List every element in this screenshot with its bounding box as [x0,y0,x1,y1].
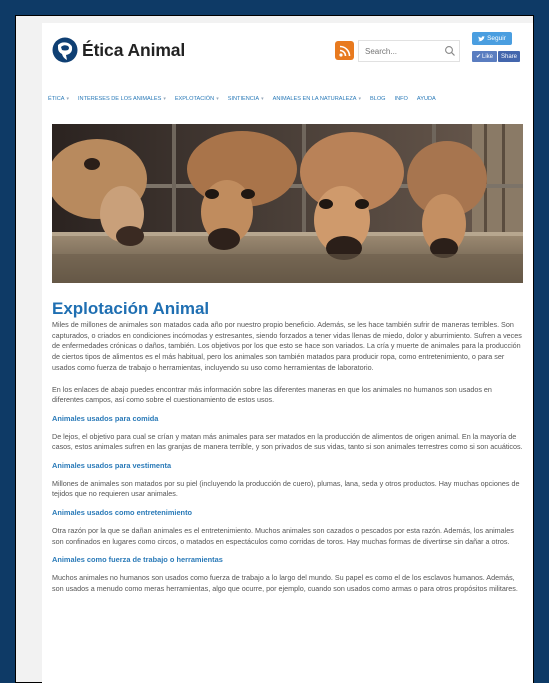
chevron-down-icon: ▾ [216,96,219,102]
article-sections: Animales usados para comida De lejos, el … [52,414,525,594]
nav-item-label: Blog [369,96,386,102]
twitter-follow-button[interactable]: Seguir [472,32,512,45]
nav-item-label: Explotación [174,96,215,102]
nav-item-1[interactable]: Intereses de los animales ▾ [78,96,166,102]
article-body: Miles de millones de animales son matado… [52,320,525,602]
nav-item-label: Ética [48,96,65,102]
nav-item-label: Sintiencia [227,96,260,102]
nav-item-7[interactable]: Ayuda [417,96,436,102]
site-logo[interactable]: Ética Animal [52,37,185,63]
facebook-like-label: Like [482,53,494,60]
section-paragraph: Millones de animales son matados por su … [52,478,520,499]
hero-image-cows [52,124,523,283]
intro-paragraph-2: En los enlaces de abajo puedes encontrar… [52,384,492,405]
rss-icon [338,45,350,57]
rss-button[interactable] [335,41,354,60]
logo-text: Ética Animal [82,39,186,60]
section-link-heading[interactable]: Animales usados para vestimenta [52,461,525,472]
section-paragraph: Muchos animales no humanos son usados co… [52,572,518,593]
facebook-share-button[interactable]: Share [498,51,520,62]
logo-icon [52,37,78,63]
section-paragraph: De lejos, el objetivo para cual se crían… [52,431,523,452]
nav-item-label: Intereses de los animales [78,96,162,102]
section-link-heading[interactable]: Animales como fuerza de trabajo o herram… [52,555,525,566]
chevron-down-icon: ▾ [163,96,166,102]
nav-item-3[interactable]: Sintiencia ▾ [228,96,264,102]
page-card: Ética Animal Seguir ✔ Like Share [42,23,533,683]
facebook-like-button[interactable]: ✔ Like [472,51,497,62]
nav-item-2[interactable]: Explotación ▾ [175,96,219,102]
nav-item-0[interactable]: Ética ▾ [48,96,69,102]
page-title: Explotación Animal [52,299,210,318]
section-paragraph: Otra razón por la que se dañan animales … [52,525,514,546]
section-link-heading[interactable]: Animales usados como entretenimiento [52,508,525,519]
chevron-down-icon: ▾ [358,96,361,102]
twitter-follow-label: Seguir [487,35,506,42]
chevron-down-icon: ▾ [261,96,264,102]
nav-item-label: Animales en la naturaleza [272,96,357,102]
main-nav: Ética ▾ Intereses de los animales ▾ Explotac… [48,96,528,102]
thumbs-up-icon: ✔ [475,54,481,60]
facebook-share-label: Share [500,53,517,60]
page-frame: Ética Animal Seguir ✔ Like Share [15,15,534,683]
nav-item-6[interactable]: Info [395,96,408,102]
intro-paragraph-1: Miles de millones de animales son matado… [52,320,522,372]
section-link-heading[interactable]: Animales usados para comida [52,414,525,425]
nav-item-5[interactable]: Blog [370,96,386,102]
chevron-down-icon: ▾ [66,96,69,102]
search-icon[interactable] [444,45,456,57]
twitter-bird-icon [478,35,486,41]
nav-item-label: Ayuda [416,96,436,102]
nav-item-label: Info [394,96,408,102]
nav-item-4[interactable]: Animales en la naturaleza ▾ [273,96,361,102]
